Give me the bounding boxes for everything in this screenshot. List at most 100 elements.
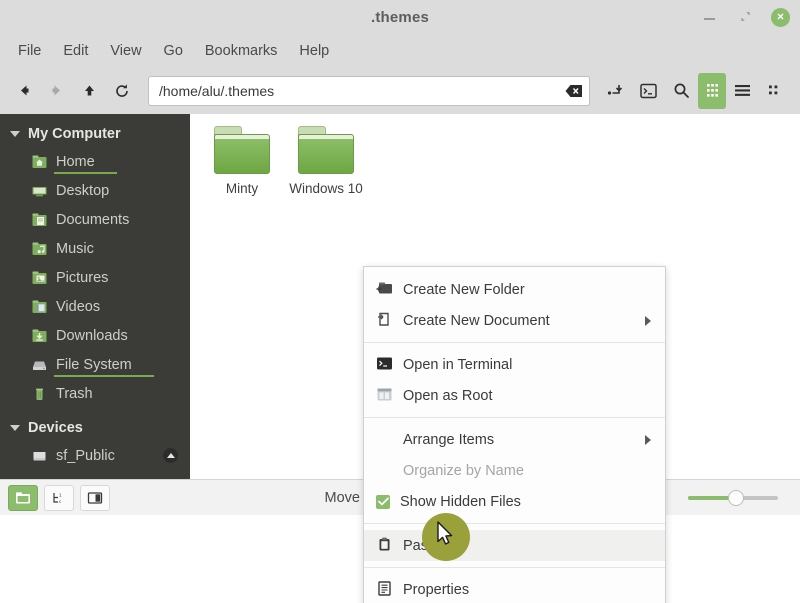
- context-menu-item-arrange-items[interactable]: Arrange Items: [364, 424, 665, 455]
- sidebar-group-label: Devices: [28, 419, 83, 436]
- context-menu-item-create-new-document[interactable]: Create New Document: [364, 305, 665, 336]
- trash-icon: [32, 387, 47, 401]
- up-icon[interactable]: [73, 74, 106, 108]
- sidebar-item-label: sf_Public: [56, 447, 115, 464]
- context-menu-item-label: Properties: [403, 581, 470, 598]
- toggle-sidebar-button[interactable]: [80, 484, 110, 511]
- context-menu-item-organize-by-name: Organize by Name: [364, 455, 665, 486]
- context-menu-item-label: Create New Document: [403, 312, 550, 329]
- sidebar-item-desktop[interactable]: Desktop: [0, 176, 190, 205]
- documents-folder-icon: [32, 213, 47, 227]
- svg-text:c: c: [59, 499, 62, 504]
- checkbox-checked-icon[interactable]: [376, 494, 390, 509]
- sidebar-item-label: Desktop: [56, 182, 110, 199]
- sidebar-item-videos[interactable]: Videos: [0, 292, 190, 321]
- titlebar: .themes ×: [0, 0, 800, 34]
- split-view-icon[interactable]: [599, 73, 632, 109]
- context-menu-item-label: Organize by Name: [403, 462, 524, 479]
- sidebar-group-my-computer[interactable]: My Computer: [0, 120, 190, 147]
- minimize-icon[interactable]: [701, 8, 719, 26]
- sidebar-item-downloads[interactable]: Downloads: [0, 321, 190, 350]
- context-menu-item-properties[interactable]: Properties: [364, 574, 665, 603]
- sidebar[interactable]: My Computer Home Desktop Documents Music…: [0, 114, 190, 479]
- back-icon[interactable]: [8, 74, 41, 108]
- menu-go[interactable]: Go: [154, 39, 193, 63]
- sidebar-item-file-system[interactable]: File System: [0, 350, 190, 379]
- music-folder-icon: [32, 242, 47, 256]
- sidebar-item-label: Documents: [56, 211, 130, 228]
- sidebar-group-devices[interactable]: Devices: [0, 414, 190, 441]
- menu-file[interactable]: File: [8, 39, 51, 63]
- context-menu-separator: [364, 342, 665, 343]
- context-menu-item-open-as-root[interactable]: Open as Root: [364, 380, 665, 411]
- file-item-minty[interactable]: Minty: [200, 126, 284, 197]
- sidebar-item-label: File System: [54, 356, 154, 377]
- sidebar-item-sf-public[interactable]: sf_Public: [0, 441, 190, 470]
- zoom-slider[interactable]: [688, 489, 778, 507]
- path-entry[interactable]: /home/alu/.themes: [148, 75, 590, 106]
- maximize-icon[interactable]: [736, 8, 754, 26]
- icon-view-icon[interactable]: [698, 72, 726, 109]
- sidebar-item-label: Trash: [56, 385, 93, 402]
- new-document-icon: [376, 312, 393, 329]
- path-input[interactable]: /home/alu/.themes: [159, 83, 565, 99]
- blank-icon: [376, 462, 393, 479]
- close-icon[interactable]: ×: [771, 7, 790, 27]
- forward-icon[interactable]: [41, 74, 74, 108]
- context-menu-item-show-hidden-files[interactable]: Show Hidden Files: [364, 486, 665, 517]
- context-menu-item-label: Paste: [403, 537, 441, 554]
- toolbar: /home/alu/.themes: [0, 67, 800, 114]
- context-menu-item-create-new-folder[interactable]: Create New Folder: [364, 274, 665, 305]
- zoom-slider-knob[interactable]: [728, 489, 744, 506]
- new-folder-icon: [376, 281, 393, 298]
- svg-text:1: 1: [59, 492, 62, 497]
- menu-help[interactable]: Help: [289, 39, 339, 63]
- menu-edit[interactable]: Edit: [53, 39, 98, 63]
- window-controls: ×: [701, 0, 790, 34]
- sidebar-item-pictures[interactable]: Pictures: [0, 263, 190, 292]
- sidebar-item-home[interactable]: Home: [0, 147, 190, 176]
- eject-icon[interactable]: [163, 448, 178, 463]
- toolbar-right-buttons: [599, 72, 792, 109]
- videos-folder-icon: [32, 300, 47, 314]
- search-icon[interactable]: [665, 73, 698, 109]
- context-menu-item-label: Arrange Items: [403, 431, 495, 448]
- file-manager-window: .themes × File Edit View Go Bookmarks He…: [0, 0, 800, 603]
- list-view-icon[interactable]: [726, 73, 759, 109]
- home-folder-icon: [32, 155, 47, 169]
- paste-icon: [376, 537, 393, 554]
- context-menu-separator: [364, 567, 665, 568]
- chevron-down-icon: [10, 424, 20, 431]
- context-menu-item-paste[interactable]: Paste: [364, 530, 665, 561]
- context-menu-item-label: Show Hidden Files: [400, 493, 521, 510]
- file-item-label: Minty: [225, 181, 259, 196]
- places-view-button[interactable]: [8, 484, 38, 511]
- menu-bookmarks[interactable]: Bookmarks: [195, 39, 288, 63]
- menubar: File Edit View Go Bookmarks Help: [0, 34, 800, 67]
- context-menu-item-label: Open in Terminal: [403, 356, 513, 373]
- context-menu[interactable]: Create New Folder Create New Document Op…: [363, 266, 666, 603]
- file-item-label: Windows 10: [289, 181, 363, 196]
- sidebar-item-documents[interactable]: Documents: [0, 205, 190, 234]
- context-menu-separator: [364, 523, 665, 524]
- sidebar-item-music[interactable]: Music: [0, 234, 190, 263]
- sidebar-item-trash[interactable]: Trash: [0, 379, 190, 408]
- reload-icon[interactable]: [106, 74, 139, 108]
- compact-view-icon[interactable]: [759, 73, 792, 109]
- sidebar-group-label: My Computer: [28, 125, 121, 142]
- backspace-clear-icon[interactable]: [565, 84, 583, 98]
- downloads-folder-icon: [32, 329, 47, 343]
- file-item-windows-10[interactable]: Windows 10: [284, 126, 368, 197]
- sidebar-item-label: Downloads: [56, 327, 128, 344]
- context-menu-item-open-in-terminal[interactable]: Open in Terminal: [364, 349, 665, 380]
- sidebar-item-label: Music: [56, 240, 94, 257]
- submenu-arrow-icon: [645, 316, 651, 326]
- tree-view-button[interactable]: 1 c: [44, 484, 74, 511]
- menu-view[interactable]: View: [100, 39, 151, 63]
- sidebar-item-label: Pictures: [56, 269, 109, 286]
- terminal-icon: [376, 356, 393, 373]
- statusbar-buttons: 1 c: [8, 484, 110, 511]
- context-menu-separator: [364, 417, 665, 418]
- sidebar-item-label: Videos: [56, 298, 101, 315]
- terminal-icon[interactable]: [632, 73, 665, 109]
